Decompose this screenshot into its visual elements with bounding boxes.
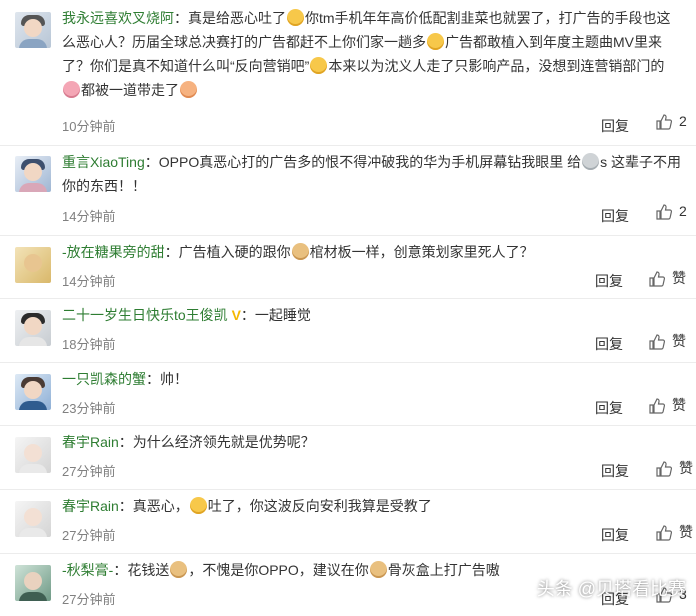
comment-text: 重言XiaoTing：OPPO真恶心打的广告多的恨不得冲破我的华为手机屏幕钻我眼… <box>62 153 681 194</box>
comment-text: -放在糖果旁的甜：广告植入硬的跟你 棺材板一样，创意策划家里死人了？ <box>62 243 534 260</box>
comment-item: 春宇Rain：真恶心， 吐了，你这波反向安利我算是受教了 27分钟前 回复 赞 <box>0 490 696 554</box>
comment-time: 27分钟前 <box>62 528 116 543</box>
comment-time: 27分钟前 <box>62 464 116 479</box>
reply-button[interactable]: 回复 <box>595 398 623 418</box>
avatar[interactable] <box>15 310 51 346</box>
pig-brain-emoji-icon <box>63 81 80 98</box>
comment-time: 23分钟前 <box>62 401 116 416</box>
thumbs-up-icon <box>656 204 673 220</box>
reply-button[interactable]: 回复 <box>595 334 623 354</box>
avatar[interactable] <box>15 501 51 537</box>
comment-time: 10分钟前 <box>62 119 116 134</box>
like-button[interactable]: 2 <box>655 203 687 221</box>
username[interactable]: 春宇Rain <box>62 498 119 514</box>
avatar[interactable] <box>15 437 51 473</box>
avatar[interactable] <box>15 247 51 283</box>
reply-button[interactable]: 回复 <box>601 206 629 226</box>
thumbs-up-icon <box>656 114 673 130</box>
username[interactable]: 一只凯森的蟹 <box>62 371 146 387</box>
like-button[interactable]: 赞 <box>648 331 686 351</box>
reply-button[interactable]: 回复 <box>601 461 629 481</box>
thumbs-up-icon <box>649 334 666 350</box>
verified-badge-icon: V <box>231 307 241 323</box>
doge-emoji-icon <box>369 561 387 578</box>
username[interactable]: 我永远喜欢叉烧阿 <box>62 10 174 26</box>
comment-text: 我永远喜欢叉烧阿：真是给恶心吐了 你tm手机年年高价低配割韭菜也就罢了，打广告的手… <box>62 9 671 98</box>
avatar[interactable] <box>15 374 51 410</box>
comment-text: 春宇Rain：真恶心， 吐了，你这波反向安利我算是受教了 <box>62 497 432 514</box>
comment-list: 我永远喜欢叉烧阿：真是给恶心吐了 你tm手机年年高价低配割韭菜也就罢了，打广告的手… <box>0 0 696 616</box>
thumbs-up-icon <box>656 461 673 477</box>
avatar[interactable] <box>15 156 51 192</box>
reply-button[interactable]: 回复 <box>601 116 629 136</box>
username[interactable]: -秋梨膏- <box>62 562 113 578</box>
username[interactable]: 二十一岁生日快乐to王俊凯 <box>62 307 228 323</box>
watermark: 头条 @贝塔看比赛 <box>536 579 686 599</box>
like-button[interactable]: 2 <box>655 113 687 131</box>
comment-item: 一只凯森的蟹：帅！ 23分钟前 回复 赞 <box>0 363 696 426</box>
thumbs-up-icon <box>656 525 673 541</box>
peach-face-emoji-icon <box>180 81 197 98</box>
thumbs-up-icon <box>649 271 666 287</box>
comment-text: 一只凯森的蟹：帅！ <box>62 371 188 387</box>
like-button[interactable]: 赞 <box>655 522 693 542</box>
like-button[interactable]: 赞 <box>648 268 686 288</box>
vomit-emoji-icon <box>189 497 207 514</box>
username[interactable]: 春宇Rain <box>62 434 119 450</box>
comment-time: 14分钟前 <box>62 209 116 224</box>
vomit-emoji-icon <box>427 33 444 50</box>
thumbs-up-icon <box>649 398 666 414</box>
comment-item: 我永远喜欢叉烧阿：真是给恶心吐了 你tm手机年年高价低配割韭菜也就罢了，打广告的手… <box>0 0 696 146</box>
doge-emoji-icon <box>291 243 309 260</box>
doge-emoji-icon <box>170 561 188 578</box>
thinking-emoji-icon <box>310 57 328 74</box>
reply-button[interactable]: 回复 <box>595 271 623 291</box>
comment-item: 重言XiaoTing：OPPO真恶心打的广告多的恨不得冲破我的华为手机屏幕钻我眼… <box>0 146 696 236</box>
comment-text: 二十一岁生日快乐to王俊凯 V：一起睡觉 <box>62 307 311 323</box>
username[interactable]: -放在糖果旁的甜 <box>62 244 165 260</box>
comment-time: 14分钟前 <box>62 274 116 289</box>
comment-item: -放在糖果旁的甜：广告植入硬的跟你 棺材板一样，创意策划家里死人了？ 14分钟前 … <box>0 236 696 299</box>
reply-button[interactable]: 回复 <box>601 525 629 545</box>
man-face-emoji-icon <box>582 153 600 170</box>
avatar[interactable] <box>15 565 51 601</box>
comment-item: 二十一岁生日快乐to王俊凯 V：一起睡觉 18分钟前 回复 赞 <box>0 299 696 363</box>
comment-time: 27分钟前 <box>62 592 116 607</box>
like-button[interactable]: 赞 <box>655 458 693 478</box>
username[interactable]: 重言XiaoTing <box>62 154 145 170</box>
avatar[interactable] <box>15 12 51 48</box>
comment-item: 春宇Rain：为什么经济领先就是优势呢？ 27分钟前 回复 赞 <box>0 426 696 490</box>
comment-text: 春宇Rain：为什么经济领先就是优势呢？ <box>62 434 315 450</box>
like-button[interactable]: 赞 <box>648 395 686 415</box>
comment-time: 18分钟前 <box>62 337 116 352</box>
vomit-emoji-icon <box>287 9 304 26</box>
